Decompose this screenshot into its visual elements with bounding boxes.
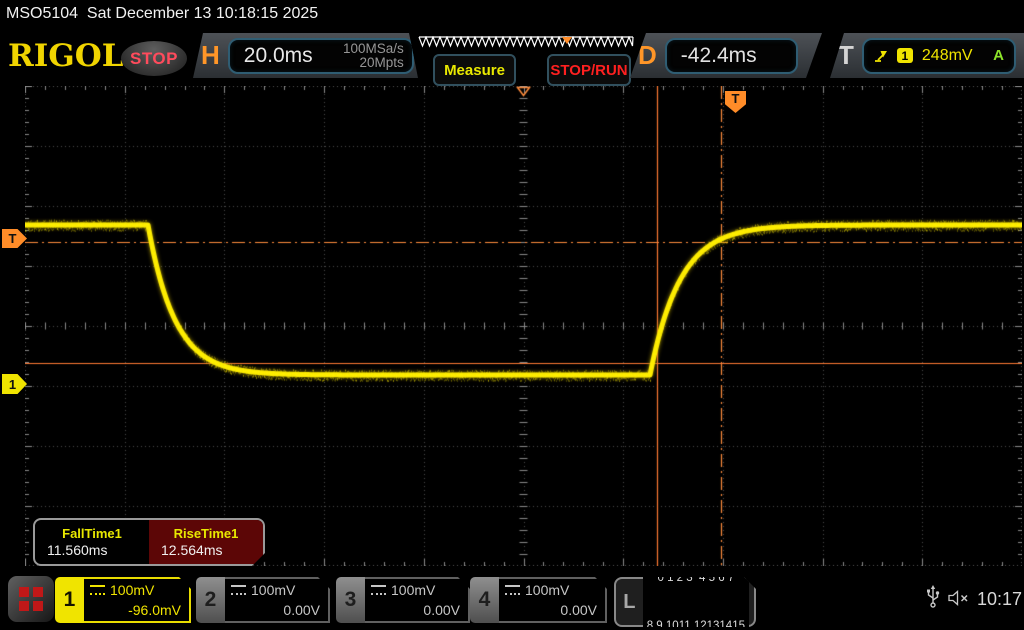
stop-run-button[interactable]: STOP/RUN: [547, 54, 631, 86]
dc-coupling-icon: [371, 585, 386, 595]
measurement-results-box: FallTime1 11.560ms RiseTime1 12.564ms: [33, 518, 265, 566]
logic-row-1: 0 1 2 3 4 5 6 7: [647, 570, 745, 586]
channel-offset: 0.00V: [371, 602, 460, 618]
logic-channels-block[interactable]: L 0 1 2 3 4 5 6 7 8 9 1011 12131415: [614, 577, 756, 627]
logic-row-2: 8 9 1011 12131415: [647, 618, 745, 630]
measurement-cell-falltime[interactable]: FallTime1 11.560ms: [35, 520, 149, 564]
channel-3-info: 100mV 0.00V: [365, 577, 470, 623]
channel-3-tab[interactable]: 3: [336, 577, 365, 623]
channel-scale: 100mV: [251, 582, 295, 598]
channel-2-info: 100mV 0.00V: [225, 577, 330, 623]
trigger-label: T: [830, 40, 862, 71]
header-bar: RIGOL STOP H 20.0ms 100MSa/s 20Mpts Meas…: [0, 30, 1024, 84]
measurement-cell-risetime[interactable]: RiseTime1 12.564ms: [149, 520, 263, 564]
memory-depth: 20Mpts: [343, 56, 404, 70]
run-state-indicator: STOP: [121, 41, 187, 76]
delay-block[interactable]: D -42.4ms: [630, 33, 822, 78]
channel-scale: 100mV: [525, 582, 569, 598]
logic-tab[interactable]: L: [616, 591, 643, 614]
delay-box[interactable]: -42.4ms: [665, 38, 798, 74]
menu-grid-square: [19, 587, 29, 597]
channel-2-block[interactable]: 2 100mV 0.00V: [196, 577, 330, 623]
measurement-name: RiseTime1: [149, 526, 263, 541]
channel-offset: -96.0mV: [90, 602, 181, 618]
channel-offset: 0.00V: [231, 602, 320, 618]
dc-coupling-icon: [505, 585, 520, 595]
channel-status-bar: 1 100mV -96.0mV 2 100mV 0.00V 3 100mV 0.…: [0, 572, 1024, 630]
trigger-block[interactable]: T 1 248mV A: [830, 33, 1024, 78]
waveform-display[interactable]: [25, 86, 1022, 566]
channel-4-block[interactable]: 4 100mV 0.00V: [470, 577, 607, 623]
sound-muted-icon: [947, 590, 971, 606]
measurement-name: FallTime1: [35, 526, 149, 541]
trigger-source-badge: 1: [897, 48, 913, 63]
timebase-value: 20.0ms: [244, 44, 313, 68]
measurement-value: 12.564ms: [149, 542, 263, 558]
channel-4-tab[interactable]: 4: [470, 577, 499, 623]
channel-1-tab[interactable]: 1: [55, 577, 84, 623]
channel-offset: 0.00V: [505, 602, 597, 618]
waveform-overview-zigzag: [419, 37, 633, 46]
channel-scale: 100mV: [110, 582, 154, 598]
channel-3-block[interactable]: 3 100mV 0.00V: [336, 577, 470, 623]
menu-grid-button[interactable]: [8, 576, 54, 622]
rising-edge-icon: [874, 48, 888, 63]
channel-1-info: 100mV -96.0mV: [84, 577, 191, 623]
timebase-box[interactable]: 20.0ms 100MSa/s 20Mpts: [228, 38, 414, 74]
trigger-sweep-mode: A: [993, 47, 1004, 64]
memory-position-bar[interactable]: [418, 36, 634, 50]
oscilloscope-screen: MSO5104 Sat December 13 10:18:15 2025 RI…: [0, 0, 1024, 630]
horizontal-label: H: [193, 40, 228, 71]
channel-1-position-marker[interactable]: 1: [2, 374, 27, 394]
rigol-logo: RIGOL: [8, 38, 124, 74]
channel-1-block[interactable]: 1 100mV -96.0mV: [55, 577, 191, 623]
channel-2-tab[interactable]: 2: [196, 577, 225, 623]
window-titlebar: MSO5104 Sat December 13 10:18:15 2025: [6, 5, 318, 23]
menu-grid-square: [33, 601, 43, 611]
horizontal-settings-block[interactable]: H 20.0ms 100MSa/s 20Mpts: [193, 33, 418, 78]
clock: 10:17: [977, 589, 1022, 610]
usb-icon: [926, 585, 940, 609]
acquisition-info: 100MSa/s 20Mpts: [343, 42, 404, 70]
trigger-box[interactable]: 1 248mV A: [862, 38, 1016, 74]
channel-scale: 100mV: [391, 582, 435, 598]
sample-rate: 100MSa/s: [343, 42, 404, 56]
dc-coupling-icon: [231, 585, 246, 595]
trigger-level-marker[interactable]: T: [2, 229, 27, 248]
measure-button[interactable]: Measure: [433, 54, 516, 86]
dc-coupling-icon: [90, 585, 105, 595]
delay-value: -42.4ms: [681, 44, 757, 68]
menu-grid-square: [33, 587, 43, 597]
trigger-level-value: 248mV: [922, 47, 973, 65]
channel-4-info: 100mV 0.00V: [499, 577, 607, 623]
delay-label: D: [630, 40, 665, 71]
measurement-value: 11.560ms: [35, 542, 149, 558]
menu-grid-square: [19, 601, 29, 611]
